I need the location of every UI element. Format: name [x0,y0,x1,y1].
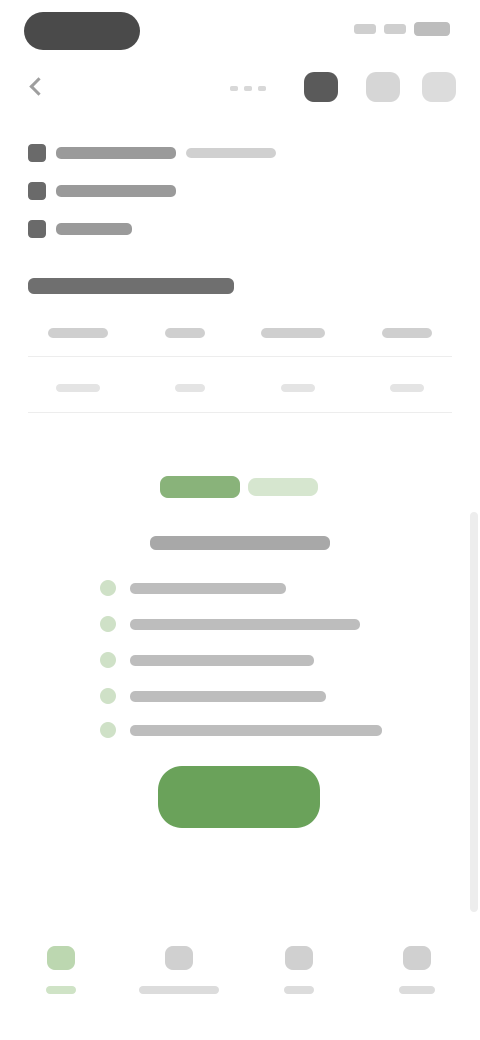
nav-item-home[interactable] [16,946,106,1016]
cta-button[interactable] [158,766,320,828]
check-icon [100,580,116,596]
feature-text [130,618,360,630]
feature-text [130,724,382,736]
table-header [381,328,432,338]
nav-label [399,986,435,994]
user-icon [28,220,46,238]
detail-row-user [28,220,132,238]
nav-label [46,986,76,994]
bookmark-icon[interactable] [366,72,400,102]
detail-text [56,185,176,197]
bookmark-icon [285,946,313,970]
wifi-icon [384,24,406,34]
status-bar [0,0,480,64]
promo-feature [100,688,326,704]
detail-text [56,223,132,235]
profile-icon [403,946,431,970]
promo-feature [100,722,382,738]
status-time-pill [24,12,140,50]
table-cell [175,384,206,392]
table-header [164,328,205,338]
brand-wordmark [160,476,240,498]
home-icon [47,946,75,970]
table-header [48,328,108,338]
table-header-row [28,328,452,338]
detail-subtext [186,148,276,158]
table-row [28,384,452,392]
promo-feature [100,652,314,668]
table-divider [28,412,452,413]
promo-feature [100,580,286,596]
check-icon [100,616,116,632]
table-cell [389,384,424,392]
feature-text [130,690,326,702]
explore-icon [165,946,193,970]
more-icon[interactable] [422,72,456,102]
brand-suffix [248,478,318,496]
bottom-nav [0,922,480,1040]
nav-item-profile[interactable] [372,946,462,1016]
table-cell [280,384,315,392]
back-icon[interactable] [26,76,46,96]
nav-label [284,986,314,994]
table-header [261,328,326,338]
nav-item-saved[interactable] [254,946,344,1016]
location-icon [28,144,46,162]
toolbar-indicator [230,86,266,91]
promo-brand-logo [160,476,318,498]
detail-row-location [28,144,276,162]
promo-subtitle [150,536,330,550]
top-toolbar [0,66,480,110]
check-icon [100,722,116,738]
promo-feature [100,616,360,632]
check-icon [100,688,116,704]
check-icon [100,652,116,668]
battery-icon [414,22,450,36]
nav-item-explore[interactable] [134,946,224,1016]
feature-text [130,582,286,594]
status-indicators [354,22,450,36]
detail-text [56,147,176,159]
detail-row-date [28,182,176,200]
nav-label [139,986,219,994]
signal-icon [354,24,376,34]
table-divider [28,356,452,357]
share-icon[interactable] [304,72,338,102]
section-title [28,278,234,294]
table-cell [56,384,100,392]
scrollbar[interactable] [470,512,478,912]
feature-text [130,654,314,666]
calendar-icon [28,182,46,200]
